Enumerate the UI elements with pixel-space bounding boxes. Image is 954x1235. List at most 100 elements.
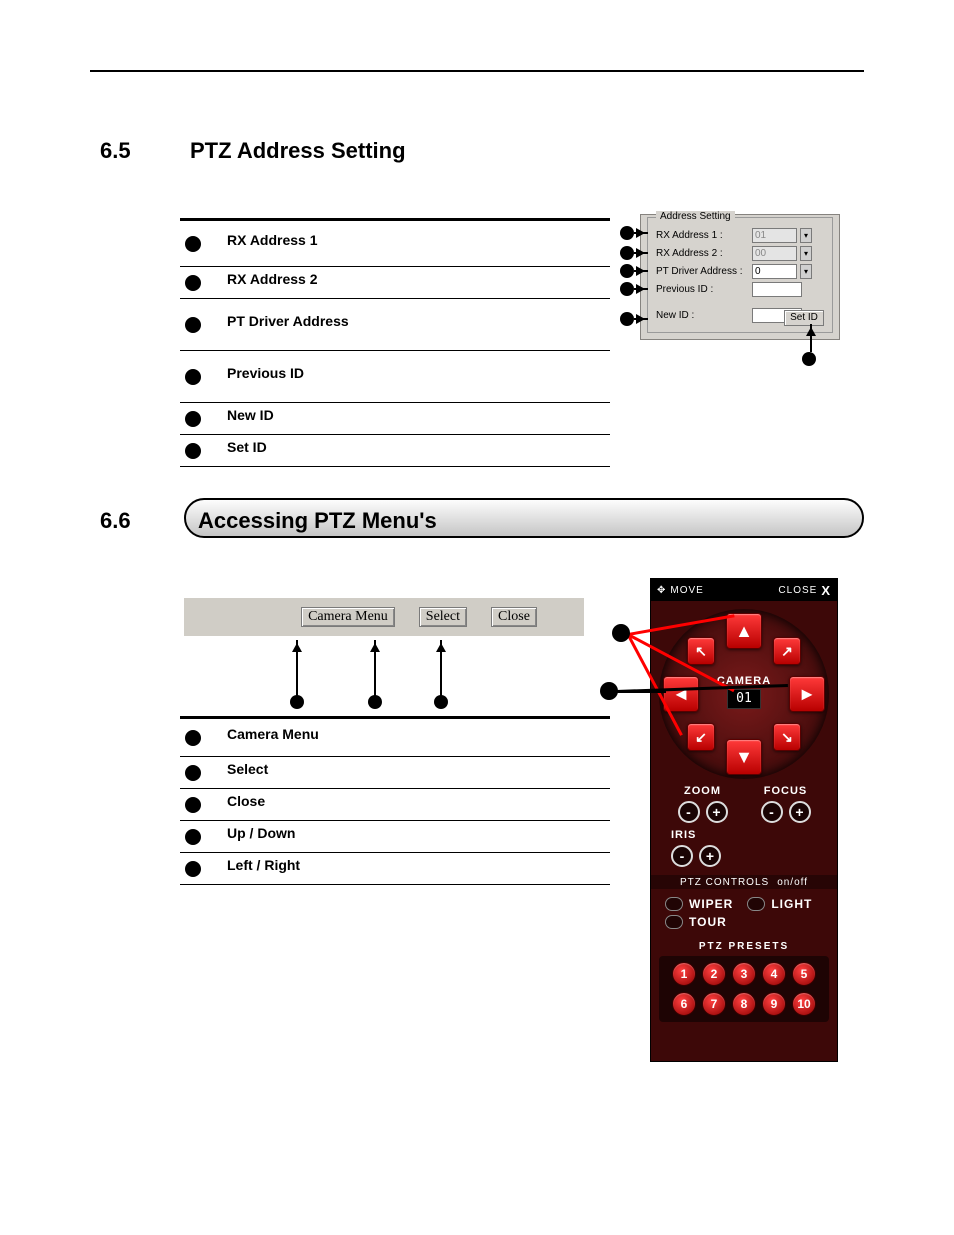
ptz-presets-label: PTZ PRESETS <box>651 941 837 952</box>
table-row: Set ID <box>180 434 610 466</box>
zoom-plus-button[interactable]: + <box>706 801 728 823</box>
move-label: MOVE <box>670 585 703 596</box>
annotation-arrow <box>296 640 298 702</box>
upright-arrow-icon: ↗ <box>781 643 793 660</box>
bullet-icon <box>185 236 201 252</box>
dropdown-icon[interactable]: ▾ <box>800 228 812 243</box>
onoff-label: on/off <box>777 877 808 888</box>
iris-plus-button[interactable]: + <box>699 845 721 867</box>
move-icon: ✥ <box>657 585 666 596</box>
wiper-toggle[interactable] <box>665 897 683 911</box>
select-label: Select <box>227 761 268 777</box>
set-id-button[interactable]: Set ID <box>784 310 824 326</box>
preset-1-button[interactable]: 1 <box>672 962 696 986</box>
table-row: New ID <box>180 402 610 434</box>
bullet-icon <box>185 861 201 877</box>
table-row: Previous ID <box>180 350 610 402</box>
zoom-label: ZOOM <box>678 785 728 797</box>
preset-7-button[interactable]: 7 <box>702 992 726 1016</box>
annotation-dot <box>620 246 634 260</box>
ptz-menu-table: Camera Menu Select Close Up / Down Left … <box>180 716 610 885</box>
left-right-label: Left / Right <box>227 857 300 873</box>
right-arrow-icon: ► <box>798 684 816 705</box>
bullet-icon <box>185 730 201 746</box>
plus-icon: + <box>712 804 720 820</box>
dropdown-icon[interactable]: ▾ <box>800 246 812 261</box>
pt-driver-address-field-label: PT Driver Address : <box>656 266 748 277</box>
focus-minus-button[interactable]: - <box>761 801 783 823</box>
bullet-icon <box>185 275 201 291</box>
annotation-dot <box>620 312 634 326</box>
ptz-right-button[interactable]: ► <box>789 676 825 712</box>
table-row: Up / Down <box>180 820 610 852</box>
annotation-arrow <box>810 324 812 352</box>
focus-plus-button[interactable]: + <box>789 801 811 823</box>
up-arrow-icon: ▲ <box>735 621 753 642</box>
preset-9-button[interactable]: 9 <box>762 992 786 1016</box>
annotation-arrow <box>634 288 648 290</box>
iris-label: IRIS <box>671 829 721 841</box>
down-arrow-icon: ▼ <box>735 747 753 768</box>
preset-3-button[interactable]: 3 <box>732 962 756 986</box>
preset-10-button[interactable]: 10 <box>792 992 816 1016</box>
ptz-close-button[interactable]: CLOSE X <box>778 583 831 598</box>
zoom-minus-button[interactable]: - <box>678 801 700 823</box>
minus-icon: - <box>769 804 774 820</box>
ptz-controls-label: PTZ CONTROLS <box>680 877 769 888</box>
ptz-downleft-button[interactable]: ↙ <box>687 723 715 751</box>
preset-2-button[interactable]: 2 <box>702 962 726 986</box>
preset-4-button[interactable]: 4 <box>762 962 786 986</box>
address-setting-legend: Address Setting <box>656 211 735 222</box>
annotation-dot <box>620 264 634 278</box>
downright-arrow-icon: ↘ <box>781 729 793 746</box>
tour-toggle[interactable] <box>665 915 683 929</box>
dropdown-icon[interactable]: ▾ <box>800 264 812 279</box>
bullet-icon <box>185 765 201 781</box>
previous-id-label: Previous ID <box>227 365 304 381</box>
pt-driver-address-input[interactable] <box>752 264 797 279</box>
rx-address-2-field-label: RX Address 2 : <box>656 248 748 259</box>
sec-66-title: Accessing PTZ Menu's <box>198 508 437 534</box>
ptz-up-button[interactable]: ▲ <box>726 613 762 649</box>
light-toggle[interactable] <box>747 897 765 911</box>
annotation-arrow <box>634 232 648 234</box>
focus-label: FOCUS <box>761 785 811 797</box>
annotation-dot <box>620 226 634 240</box>
previous-id-input[interactable] <box>752 282 802 297</box>
preset-8-button[interactable]: 8 <box>732 992 756 1016</box>
iris-minus-button[interactable]: - <box>671 845 693 867</box>
tour-label: TOUR <box>689 915 727 929</box>
bullet-icon <box>185 411 201 427</box>
ptz-upleft-button[interactable]: ↖ <box>687 637 715 665</box>
ptz-upright-button[interactable]: ↗ <box>773 637 801 665</box>
ptz-direction-wheel: ▲ ▼ ◄ ► ↖ ↗ ↙ ↘ CAMERA 01 <box>659 609 829 779</box>
close-icon: X <box>821 583 831 598</box>
select-button[interactable]: Select <box>419 607 467 627</box>
table-row: RX Address 1 <box>180 218 610 266</box>
ptz-move-handle[interactable]: ✥ MOVE <box>657 585 704 596</box>
rx-address-2-label: RX Address 2 <box>227 271 318 287</box>
camera-menu-button[interactable]: Camera Menu <box>301 607 395 627</box>
annotation-arrow <box>374 640 376 702</box>
rx-address-2-input[interactable] <box>752 246 797 261</box>
minus-icon: - <box>686 804 691 820</box>
ptz-address-table: RX Address 1 RX Address 2 PT Driver Addr… <box>180 218 610 467</box>
bullet-icon <box>185 443 201 459</box>
ptz-down-button[interactable]: ▼ <box>726 739 762 775</box>
page-top-rule <box>90 70 864 72</box>
ptz-downright-button[interactable]: ↘ <box>773 723 801 751</box>
up-down-label: Up / Down <box>227 825 295 841</box>
sec-66-number: 6.6 <box>100 508 131 534</box>
annotation-arrow <box>634 252 648 254</box>
plus-icon: + <box>795 804 803 820</box>
rx-address-1-input[interactable] <box>752 228 797 243</box>
rx-address-1-label: RX Address 1 <box>227 232 318 248</box>
close-button[interactable]: Close <box>491 607 537 627</box>
upleft-arrow-icon: ↖ <box>695 643 707 660</box>
preset-6-button[interactable]: 6 <box>672 992 696 1016</box>
bullet-icon <box>185 369 201 385</box>
table-row: Camera Menu <box>180 716 610 756</box>
preset-5-button[interactable]: 5 <box>792 962 816 986</box>
set-id-label: Set ID <box>227 439 267 455</box>
address-setting-group: Address Setting RX Address 1 : ▾ RX Addr… <box>647 217 833 333</box>
